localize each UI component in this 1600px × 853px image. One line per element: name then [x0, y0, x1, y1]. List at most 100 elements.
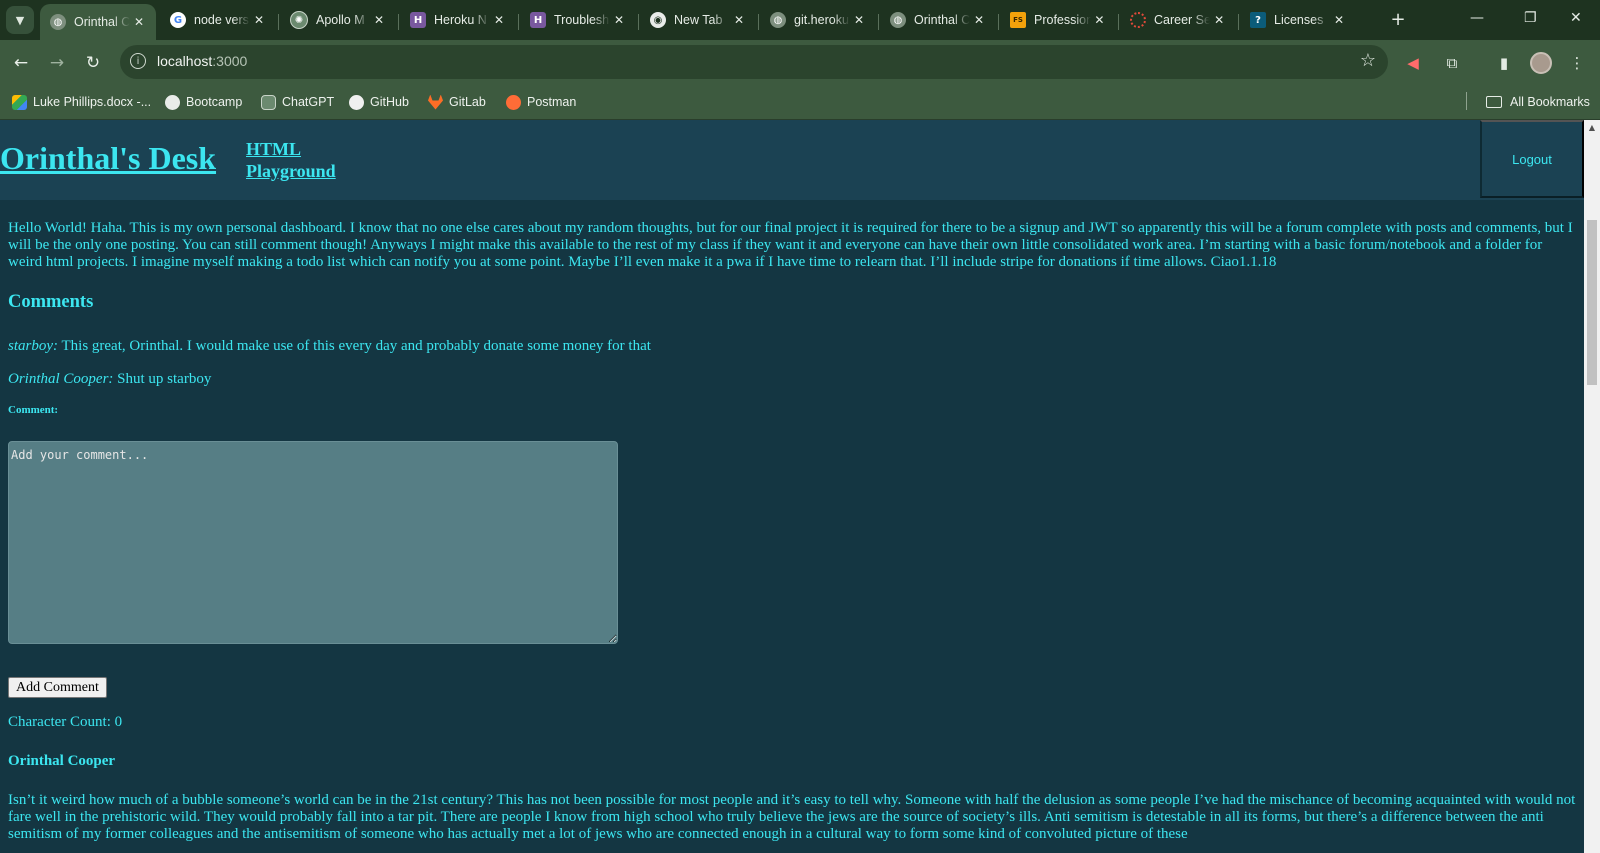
comment-item: Orinthal Cooper: Shut up starboy — [8, 371, 211, 388]
close-icon[interactable]: ✕ — [250, 13, 268, 27]
post-body-2: Isn’t it weird how much of a bubble some… — [8, 792, 1576, 842]
tab-search-chevron-icon[interactable]: ▼ — [6, 6, 34, 34]
bookmark-chatgpt[interactable]: ChatGPT — [261, 92, 334, 112]
post-author: Orinthal Cooper — [8, 753, 116, 769]
bookmark-luke-phillips[interactable]: Luke Phillips.docx -... — [12, 92, 151, 112]
tab-title: git.heroku — [794, 13, 849, 27]
scroll-thumb[interactable] — [1587, 220, 1597, 385]
tab-orinthal-active[interactable]: ◍ Orinthal C ✕ — [40, 4, 156, 40]
close-icon[interactable]: ✕ — [850, 13, 868, 27]
bookmark-github[interactable]: GitHub — [349, 92, 409, 112]
page-viewport: Orinthal's Desk HTML Playground Logout H… — [0, 120, 1584, 853]
new-tab-plus-icon[interactable]: + — [1386, 8, 1410, 32]
tab-licenses[interactable]: ? Licenses ✕ — [1240, 4, 1356, 36]
logout-button[interactable]: Logout — [1480, 120, 1584, 198]
site-info-icon[interactable]: i — [130, 53, 146, 69]
bookmark-label: ChatGPT — [282, 95, 335, 109]
screen-record-icon[interactable]: ◀ — [1402, 52, 1424, 74]
minimize-icon[interactable]: — — [1470, 10, 1484, 26]
tab-troubleshoot[interactable]: H Troublesh ✕ — [520, 4, 636, 36]
tab-orinthal-2[interactable]: ◍ Orinthal C ✕ — [880, 4, 996, 36]
folder-icon — [1486, 96, 1502, 108]
close-icon[interactable]: ✕ — [1210, 13, 1228, 27]
github-icon — [349, 94, 364, 110]
google-icon: G — [170, 12, 186, 28]
bookmark-label: Bootcamp — [186, 95, 243, 109]
openai-icon — [261, 94, 276, 110]
tab-divider — [758, 14, 759, 30]
tab-divider — [638, 14, 639, 30]
globe-icon: ◍ — [770, 12, 786, 28]
back-arrow-icon[interactable]: ← — [10, 52, 32, 74]
profile-avatar[interactable] — [1530, 52, 1552, 74]
heroku-icon: H — [530, 12, 546, 28]
reload-icon[interactable]: ↻ — [82, 52, 104, 74]
close-icon[interactable]: ✕ — [1091, 13, 1108, 27]
tab-career-services[interactable]: Career Se ✕ — [1120, 4, 1236, 36]
tab-divider — [278, 14, 279, 30]
google-drive-icon — [12, 94, 27, 110]
tab-new-tab[interactable]: ◉ New Tab ✕ — [640, 4, 756, 36]
bookmark-label: GitHub — [370, 95, 409, 109]
close-icon[interactable]: ✕ — [370, 13, 388, 27]
tab-title: Profession — [1034, 13, 1091, 27]
postman-icon — [506, 94, 521, 110]
site-title-link[interactable]: Orinthal's Desk — [0, 140, 216, 177]
tab-title: Orinthal C — [74, 15, 131, 29]
site-header: Orinthal's Desk HTML Playground Logout — [0, 120, 1584, 200]
close-icon[interactable]: ✕ — [730, 13, 748, 27]
restore-icon[interactable]: ❐ — [1524, 10, 1537, 26]
page-scrollbar[interactable]: ▲ — [1584, 120, 1600, 853]
close-icon[interactable]: ✕ — [490, 13, 508, 27]
globe-icon — [165, 94, 180, 110]
bookmark-star-icon[interactable]: ☆ — [1360, 50, 1376, 71]
tab-strip: ▼ ◍ Orinthal C ✕ G node vers ✕ ✺ Apollo … — [0, 0, 1600, 40]
extensions-puzzle-icon[interactable]: ⧉ — [1441, 52, 1463, 74]
all-bookmarks-folder[interactable]: All Bookmarks — [1486, 92, 1590, 112]
post-body: Hello World! Haha. This is my own person… — [8, 220, 1573, 270]
tab-divider — [398, 14, 399, 30]
tab-heroku-n[interactable]: H Heroku N ✕ — [400, 4, 516, 36]
add-comment-button[interactable]: Add Comment — [8, 677, 107, 698]
comment-text: Shut up starboy — [117, 371, 212, 387]
tab-node-versions[interactable]: G node vers ✕ — [160, 4, 276, 36]
fs-icon: FS — [1010, 12, 1026, 28]
bookmark-label: Postman — [527, 95, 577, 109]
tab-divider — [1238, 14, 1239, 30]
comment-textarea[interactable] — [8, 441, 618, 644]
scroll-up-arrow-icon[interactable]: ▲ — [1584, 120, 1600, 136]
address-url[interactable]: localhost:3000 — [157, 53, 247, 69]
html-playground-link[interactable]: HTML Playground — [246, 138, 366, 182]
tab-list: ◍ Orinthal C ✕ G node vers ✕ ✺ Apollo M … — [40, 4, 1380, 40]
close-icon[interactable]: ✕ — [610, 13, 628, 27]
tab-apollo[interactable]: ✺ Apollo M ✕ — [280, 4, 396, 36]
side-panel-icon[interactable]: ▮ — [1493, 52, 1515, 74]
tab-title: Apollo M — [316, 13, 365, 27]
tab-profession[interactable]: FS Profession ✕ — [1000, 4, 1116, 36]
tab-title: node vers — [194, 13, 249, 27]
close-icon[interactable]: ✕ — [130, 15, 148, 29]
forward-arrow-icon[interactable]: → — [46, 52, 68, 74]
close-icon[interactable]: ✕ — [1330, 13, 1348, 27]
spinner-icon — [1130, 12, 1146, 28]
heroku-icon: H — [410, 12, 426, 28]
bookmark-bootcamp[interactable]: Bootcamp — [165, 92, 242, 112]
tab-git-heroku[interactable]: ◍ git.heroku ✕ — [760, 4, 876, 36]
more-menu-icon[interactable]: ⋮ — [1566, 52, 1588, 74]
globe-icon: ◍ — [890, 12, 906, 28]
bookmark-postman[interactable]: Postman — [506, 92, 576, 112]
address-bar[interactable]: i localhost:3000 ☆ — [120, 45, 1388, 79]
comments-heading: Comments — [8, 292, 94, 312]
bookmarks-bar: Luke Phillips.docx -... Bootcamp ChatGPT… — [0, 86, 1600, 120]
comment-label: Comment: — [8, 404, 59, 416]
tab-title: Career Se — [1154, 13, 1211, 27]
openai-icon: ✺ — [290, 11, 308, 29]
character-count: Character Count: 0 — [8, 714, 123, 730]
tab-title: Heroku N — [434, 13, 487, 27]
comment-item: starboy: This great, Orinthal. I would m… — [8, 338, 651, 355]
tab-divider — [1118, 14, 1119, 30]
bookmark-gitlab[interactable]: GitLab — [428, 92, 486, 112]
close-icon[interactable]: ✕ — [970, 13, 988, 27]
url-host: localhost — [157, 53, 213, 69]
close-window-icon[interactable]: ✕ — [1570, 10, 1582, 26]
